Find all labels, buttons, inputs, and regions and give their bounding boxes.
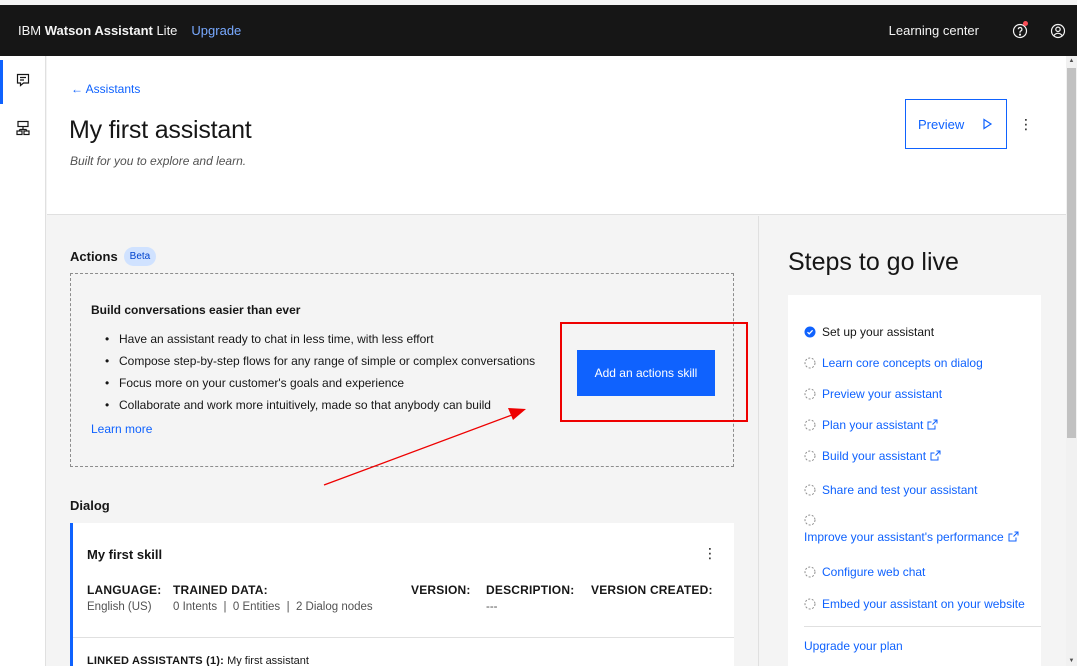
page-subtitle: Built for you to explore and learn. bbox=[70, 154, 247, 168]
steps-card: Set up your assistant Learn core concept… bbox=[788, 295, 1041, 666]
actions-heading: Actions Beta bbox=[70, 247, 157, 266]
step-embed[interactable]: Embed your assistant on your website bbox=[804, 597, 1025, 611]
language-label: LANGUAGE: bbox=[87, 583, 162, 597]
language-value: English (US) bbox=[87, 601, 152, 613]
list-item: Have an assistant ready to chat in less … bbox=[105, 328, 535, 350]
version-created-label: VERSION CREATED: bbox=[591, 583, 713, 597]
step-configure-web-chat[interactable]: Configure web chat bbox=[804, 565, 925, 579]
skill-overflow-menu-icon[interactable]: ⋮ bbox=[703, 545, 717, 562]
step-build[interactable]: Build your assistant bbox=[804, 449, 941, 463]
description-meta: DESCRIPTION: --- bbox=[486, 583, 574, 613]
linked-assistants-label: LINKED ASSISTANTS (1): bbox=[87, 655, 225, 666]
back-to-assistants-link[interactable]: ← Assistants bbox=[71, 82, 140, 96]
description-label: DESCRIPTION: bbox=[486, 583, 575, 597]
launch-icon bbox=[1008, 531, 1019, 542]
beta-badge: Beta bbox=[123, 247, 157, 266]
actions-benefits-list: Have an assistant ready to chat in less … bbox=[105, 328, 535, 416]
step-plan[interactable]: Plan your assistant bbox=[804, 418, 938, 432]
dialog-heading: Dialog bbox=[70, 498, 110, 513]
brand-suffix: Lite bbox=[152, 23, 178, 38]
actions-box-title: Build conversations easier than ever bbox=[91, 303, 301, 317]
step-label: Embed your assistant on your website bbox=[822, 597, 1025, 611]
trained-data-label: TRAINED DATA: bbox=[173, 583, 268, 597]
trained-data-meta: TRAINED DATA: 0 Intents | 0 Entities | 2… bbox=[173, 583, 373, 613]
brand-prefix: IBM bbox=[18, 23, 45, 38]
step-label: Preview your assistant bbox=[822, 387, 943, 401]
launch-icon bbox=[927, 419, 938, 430]
tree-view-icon bbox=[16, 120, 30, 136]
learning-center-link[interactable]: Learning center bbox=[889, 23, 979, 38]
step-label: Plan your assistant bbox=[822, 418, 924, 432]
step-label: Improve your assistant's performance bbox=[804, 530, 1004, 544]
play-icon bbox=[983, 118, 993, 130]
step-label: Configure web chat bbox=[822, 565, 926, 579]
incomplete-circle-icon bbox=[804, 484, 816, 496]
trained-data-value: 0 Intents | 0 Entities | 2 Dialog nodes bbox=[173, 601, 373, 613]
incomplete-circle-icon bbox=[804, 388, 816, 400]
rail-item-assistants[interactable] bbox=[0, 56, 46, 104]
checkmark-filled-icon bbox=[804, 326, 816, 338]
add-actions-skill-button[interactable]: Add an actions skill bbox=[577, 350, 715, 396]
incomplete-circle-icon bbox=[804, 357, 816, 369]
upgrade-link[interactable]: Upgrade bbox=[191, 23, 241, 38]
version-meta: VERSION: bbox=[411, 583, 471, 601]
brand-bold: Watson Assistant bbox=[44, 23, 153, 38]
left-side-rail bbox=[0, 56, 46, 666]
page-title: My first assistant bbox=[69, 116, 252, 144]
step-setup: Set up your assistant bbox=[804, 325, 934, 339]
actions-promo-box: Build conversations easier than ever Hav… bbox=[70, 273, 748, 467]
language-meta: LANGUAGE: English (US) bbox=[87, 583, 161, 613]
step-share-test[interactable]: Share and test your assistant bbox=[804, 483, 977, 497]
list-item: Collaborate and work more intuitively, m… bbox=[105, 394, 535, 416]
incomplete-circle-icon bbox=[804, 514, 816, 526]
rail-item-skills[interactable] bbox=[0, 104, 46, 152]
product-name: IBM Watson Assistant Lite bbox=[18, 23, 177, 38]
notification-dot bbox=[1023, 21, 1028, 26]
page-header: ← Assistants My first assistant Built fo… bbox=[47, 56, 1066, 215]
preview-label: Preview bbox=[918, 116, 965, 132]
user-avatar-icon[interactable] bbox=[1039, 5, 1077, 56]
upgrade-plan-link[interactable]: Upgrade your plan bbox=[804, 639, 903, 653]
step-label: Learn core concepts on dialog bbox=[822, 356, 983, 370]
step-label: Set up your assistant bbox=[822, 325, 935, 339]
chat-icon bbox=[16, 73, 30, 87]
scroll-up-arrow-icon[interactable]: ▲ bbox=[1068, 58, 1075, 64]
description-value: --- bbox=[486, 601, 498, 613]
step-improve[interactable]: Improve your assistant's performance bbox=[804, 514, 1034, 544]
top-navigation-bar: IBM Watson Assistant Lite Upgrade Learni… bbox=[0, 5, 1077, 56]
step-learn-core-concepts[interactable]: Learn core concepts on dialog bbox=[804, 356, 983, 370]
incomplete-circle-icon bbox=[804, 419, 816, 431]
step-label: Build your assistant bbox=[822, 449, 927, 463]
scroll-down-arrow-icon[interactable]: ▼ bbox=[1068, 658, 1075, 664]
learn-more-link[interactable]: Learn more bbox=[91, 422, 152, 436]
preview-button[interactable]: Preview bbox=[905, 99, 1007, 149]
list-item: Focus more on your customer's goals and … bbox=[105, 372, 535, 394]
skill-title: My first skill bbox=[87, 547, 163, 562]
page-scrollbar[interactable]: ▲ ▼ bbox=[1066, 56, 1077, 666]
steps-divider bbox=[804, 626, 1041, 627]
card-divider bbox=[73, 637, 734, 638]
linked-assistants: LINKED ASSISTANTS (1): My first assistan… bbox=[87, 655, 309, 666]
incomplete-circle-icon bbox=[804, 450, 816, 462]
linked-assistants-value: My first assistant bbox=[224, 655, 309, 666]
steps-panel: Steps to go live Set up your assistant L… bbox=[758, 216, 1066, 666]
scroll-thumb[interactable] bbox=[1067, 68, 1076, 438]
step-label: Share and test your assistant bbox=[822, 483, 978, 497]
launch-icon bbox=[930, 450, 941, 461]
overflow-menu-icon[interactable]: ⋮ bbox=[1019, 114, 1033, 134]
step-preview[interactable]: Preview your assistant bbox=[804, 387, 942, 401]
incomplete-circle-icon bbox=[804, 566, 816, 578]
main-content: Actions Beta Build conversations easier … bbox=[47, 216, 757, 666]
incomplete-circle-icon bbox=[804, 598, 816, 610]
actions-heading-label: Actions bbox=[70, 249, 118, 264]
version-created-meta: VERSION CREATED: bbox=[591, 583, 713, 601]
dialog-skill-card[interactable]: My first skill ⋮ LANGUAGE: English (US) … bbox=[70, 523, 734, 666]
list-item: Compose step-by-step flows for any range… bbox=[105, 350, 535, 372]
help-icon[interactable] bbox=[1001, 5, 1039, 56]
steps-title: Steps to go live bbox=[788, 248, 959, 276]
version-label: VERSION: bbox=[411, 583, 471, 597]
